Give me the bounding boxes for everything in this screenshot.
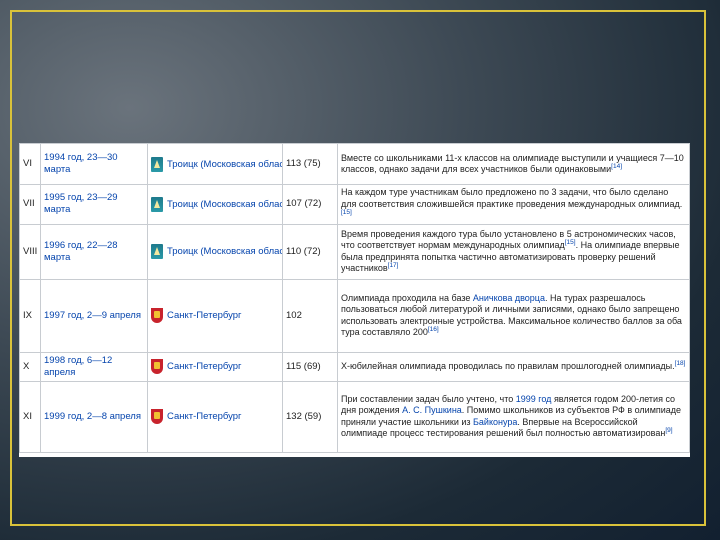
olympiad-number: XI bbox=[19, 380, 41, 453]
table-row: XI 1999 год, 2—8 апреля Санкт-Петербург 132… bbox=[19, 380, 690, 453]
olympiad-description: Вместе со школьниками 11-х классов на ол… bbox=[337, 143, 690, 185]
olympiad-date-link[interactable]: 1996 год, 22—28 марта bbox=[44, 240, 118, 263]
description-link[interactable]: 1999 год bbox=[516, 394, 552, 404]
reference-link[interactable]: [16] bbox=[428, 326, 439, 333]
description-text: Вместе со школьниками 11-х классов на ол… bbox=[341, 152, 684, 175]
olympiad-city: Троицк (Московская область) bbox=[147, 184, 283, 225]
participants-count: 113 (75) bbox=[282, 143, 338, 185]
participants-count: 110 (72) bbox=[282, 223, 338, 280]
reference-link[interactable]: [15] bbox=[565, 239, 576, 246]
description-text: X-юбилейная олимпиада проводилась по пра… bbox=[341, 360, 675, 371]
olympiad-date: 1994 год, 23—30 марта bbox=[40, 143, 148, 185]
olympiad-date: 1996 год, 22—28 марта bbox=[40, 223, 148, 280]
olympiad-date-link[interactable]: 1997 год, 2—9 апреля bbox=[44, 310, 141, 321]
spb-coat-of-arms-icon bbox=[151, 359, 163, 374]
city-link[interactable]: Троицк (Московская область) bbox=[167, 246, 282, 257]
spb-coat-of-arms-icon bbox=[151, 409, 163, 424]
city-link[interactable]: Санкт-Петербург bbox=[167, 361, 242, 372]
olympiad-table: VI 1994 год, 23—30 марта Троицк (Московска… bbox=[19, 143, 690, 457]
troitsk-coat-of-arms-icon bbox=[151, 196, 163, 212]
olympiad-number: VII bbox=[19, 184, 41, 225]
table-row: VII 1995 год, 23—29 марта Троицк (Московск… bbox=[19, 184, 690, 225]
city-link[interactable]: Санкт-Петербург bbox=[167, 310, 242, 321]
olympiad-date: 1998 год, 6—12 апреля bbox=[40, 351, 148, 382]
description-text: Олимпиада проходила на базе bbox=[341, 292, 473, 303]
olympiad-description: Время проведения каждого тура было устан… bbox=[337, 223, 690, 280]
city-link[interactable]: Санкт-Петербург bbox=[167, 411, 242, 422]
participants-count: 115 (69) bbox=[282, 351, 338, 382]
reference-link[interactable]: [17] bbox=[388, 262, 399, 269]
table-row: IX 1997 год, 2—9 апреля Санкт-Петербург 102… bbox=[19, 278, 690, 353]
olympiad-city: Санкт-Петербург bbox=[147, 380, 283, 453]
table-row: X 1998 год, 6—12 апреля Санкт-Петербург 115… bbox=[19, 351, 690, 382]
participants-count: 102 bbox=[282, 278, 338, 353]
description-text: На каждом туре участникам было предложен… bbox=[341, 187, 683, 209]
participants-count: 132 (59) bbox=[282, 380, 338, 453]
olympiad-city: Санкт-Петербург bbox=[147, 351, 283, 382]
olympiad-number: X bbox=[19, 351, 41, 382]
olympiad-description: X-юбилейная олимпиада проводилась по пра… bbox=[337, 351, 690, 382]
olympiad-city: Троицк (Московская область) bbox=[147, 223, 283, 280]
olympiad-description: При составлении задач было учтено, что 1… bbox=[337, 380, 690, 453]
table-row: VIII 1996 год, 22—28 марта Троицк (Московс… bbox=[19, 223, 690, 280]
olympiad-date: 1995 год, 23—29 марта bbox=[40, 184, 148, 225]
olympiad-date-link[interactable]: 1994 год, 23—30 марта bbox=[44, 152, 118, 175]
olympiad-date: 1997 год, 2—9 апреля bbox=[40, 278, 148, 353]
olympiad-number: IX bbox=[19, 278, 41, 353]
troitsk-coat-of-arms-icon bbox=[151, 244, 163, 259]
olympiad-date-link[interactable]: 1998 год, 6—12 апреля bbox=[44, 355, 112, 378]
olympiad-description: Олимпиада проходила на базе Аничкова дво… bbox=[337, 278, 690, 353]
reference-link[interactable]: [15] bbox=[341, 209, 352, 216]
olympiad-number: VI bbox=[19, 143, 41, 185]
reference-link[interactable]: [9] bbox=[665, 427, 672, 434]
city-link[interactable]: Троицк (Московская область) bbox=[167, 159, 282, 170]
spb-coat-of-arms-icon bbox=[151, 308, 163, 323]
table-row: VI 1994 год, 23—30 марта Троицк (Московска… bbox=[19, 143, 690, 185]
reference-link[interactable]: [14] bbox=[611, 163, 622, 170]
troitsk-coat-of-arms-icon bbox=[151, 156, 163, 172]
olympiad-date-link[interactable]: 1995 год, 23—29 марта bbox=[44, 192, 118, 215]
olympiad-date: 1999 год, 2—8 апреля bbox=[40, 380, 148, 453]
olympiad-number: VIII bbox=[19, 223, 41, 280]
description-text: При составлении задач было учтено, что bbox=[341, 393, 516, 404]
olympiad-date-link[interactable]: 1999 год, 2—8 апреля bbox=[44, 411, 141, 422]
olympiad-city: Санкт-Петербург bbox=[147, 278, 283, 353]
olympiad-city: Троицк (Московская область) bbox=[147, 143, 283, 185]
description-link[interactable]: Байконура bbox=[473, 417, 517, 427]
participants-count: 107 (72) bbox=[282, 184, 338, 225]
olympiad-description: На каждом туре участникам было предложен… bbox=[337, 184, 690, 225]
reference-link[interactable]: [18] bbox=[675, 360, 686, 367]
description-link[interactable]: А. С. Пушкина bbox=[402, 405, 462, 415]
description-link[interactable]: Аничкова дворца bbox=[473, 293, 545, 303]
city-link[interactable]: Троицк (Московская область) bbox=[167, 199, 282, 210]
